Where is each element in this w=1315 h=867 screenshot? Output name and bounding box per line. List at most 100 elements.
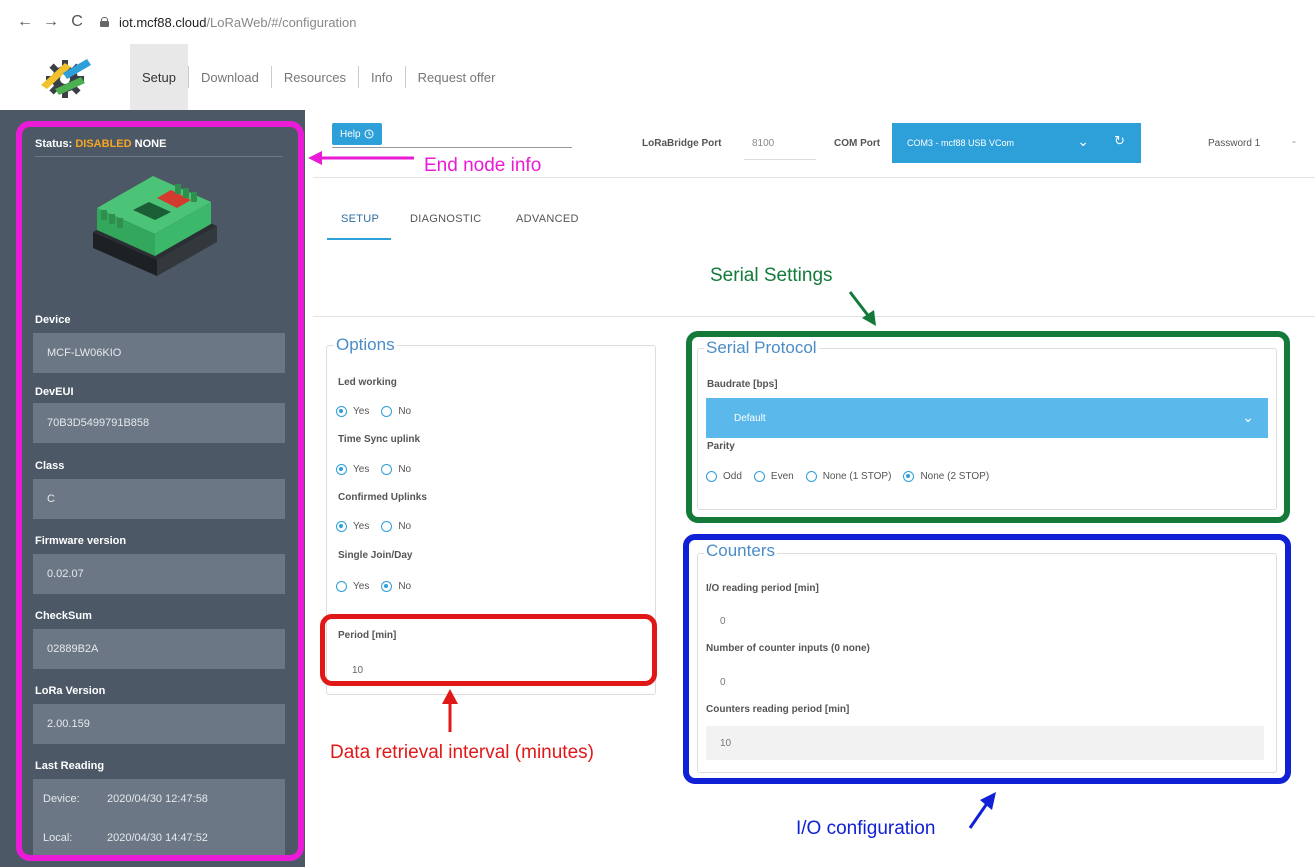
num-counter-inputs-label: Number of counter inputs (0 none) xyxy=(706,643,870,654)
status-badge: DISABLED xyxy=(75,138,132,150)
radio-label: None (2 STOP) xyxy=(920,471,990,482)
firmware-label: Firmware version xyxy=(35,535,127,547)
device-image xyxy=(93,176,217,276)
time-sync-radios: Yes No xyxy=(336,464,423,475)
app-header: Setup Download Resources Info Request of… xyxy=(0,44,1315,110)
menu-item-request-offer[interactable]: Request offer xyxy=(406,44,508,110)
data-retrieval-annotation: Data retrieval interval (minutes) xyxy=(330,742,594,763)
last-reading-local-row: Local: 2020/04/30 14:47:52 xyxy=(33,818,285,857)
menu-item-download[interactable]: Download xyxy=(189,44,271,110)
forward-icon[interactable]: → xyxy=(40,13,62,31)
checksum-value: 02889B2A xyxy=(33,629,285,669)
main-menu: Setup Download Resources Info Request of… xyxy=(130,44,507,110)
radio-label: Yes xyxy=(353,406,370,417)
period-input[interactable]: 10 xyxy=(336,656,648,686)
radio-label: Yes xyxy=(353,581,370,592)
lorabridge-port-input[interactable]: 8100 xyxy=(744,128,816,160)
led-working-radios: Yes No xyxy=(336,406,423,417)
help-label: Help xyxy=(340,128,361,140)
menu-item-setup[interactable]: Setup xyxy=(130,44,188,110)
num-counter-inputs-input[interactable]: 0 xyxy=(706,665,1264,699)
confirmed-uplinks-radios: Yes No xyxy=(336,521,423,532)
parity-none-1stop-radio[interactable] xyxy=(805,471,817,482)
green-arrow-icon xyxy=(848,291,876,326)
status-extra: NONE xyxy=(134,138,167,150)
radio-label: No xyxy=(398,521,412,532)
blue-arrow-icon xyxy=(968,792,996,829)
single-join-radios: Yes No xyxy=(336,581,423,592)
device-label: Device xyxy=(35,314,71,326)
lock-icon xyxy=(100,17,109,27)
menu-item-resources[interactable]: Resources xyxy=(272,44,358,110)
gear-logo-icon xyxy=(41,59,91,98)
parity-label: Parity xyxy=(707,441,735,452)
status-label: Status: xyxy=(35,138,73,150)
back-icon[interactable]: ← xyxy=(14,13,36,31)
menu-item-info[interactable]: Info xyxy=(359,44,405,110)
radio-label: No xyxy=(398,406,412,417)
io-reading-period-label: I/O reading period [min] xyxy=(706,583,819,594)
magenta-arrow-icon xyxy=(308,151,414,165)
io-reading-period-input[interactable]: 0 xyxy=(706,604,1264,638)
baudrate-value: Default xyxy=(734,412,766,424)
checksum-label: CheckSum xyxy=(35,610,92,622)
lorabridge-port-label: LoRaBridge Port xyxy=(642,138,722,149)
tab-diagnostic[interactable]: DIAGNOSTIC xyxy=(410,213,481,225)
com-port-label: COM Port xyxy=(834,138,881,149)
app-logo[interactable] xyxy=(0,44,130,110)
parity-none-2stop-radio[interactable] xyxy=(903,471,915,482)
last-reading-device-row: Device: 2020/04/30 12:47:58 xyxy=(33,779,285,818)
parity-odd-radio[interactable] xyxy=(706,471,717,482)
radio-label: Even xyxy=(770,471,794,482)
last-reading-local-label: Local: xyxy=(43,831,73,844)
confirmed-uplinks-label: Confirmed Uplinks xyxy=(338,492,427,503)
single-join-no-radio[interactable] xyxy=(381,581,393,592)
radio-label: No xyxy=(398,581,412,592)
led-working-yes-radio[interactable] xyxy=(336,406,347,417)
radio-label: No xyxy=(398,464,412,475)
serial-settings-annotation: Serial Settings xyxy=(710,265,833,286)
time-sync-no-radio[interactable] xyxy=(381,464,393,475)
counters-legend: Counters xyxy=(704,541,777,561)
end-node-annotation: End node info xyxy=(424,155,542,176)
tab-setup[interactable]: SETUP xyxy=(341,213,379,225)
parity-radios: Odd Even None (1 STOP) None (2 STOP) xyxy=(706,471,1001,482)
single-join-yes-radio[interactable] xyxy=(336,581,347,592)
device-status: Status: DISABLED NONE xyxy=(35,138,283,157)
confirmed-uplinks-yes-radio[interactable] xyxy=(336,521,347,532)
confirmed-uplinks-no-radio[interactable] xyxy=(381,521,393,532)
time-sync-yes-radio[interactable] xyxy=(336,464,347,475)
period-label: Period [min] xyxy=(338,630,397,641)
refresh-icon[interactable]: ↻ xyxy=(1114,133,1125,149)
password-value[interactable]: - xyxy=(1292,134,1296,148)
lora-version-value: 2.00.159 xyxy=(33,704,285,744)
baudrate-select[interactable]: Default ⌄ xyxy=(706,398,1268,438)
single-join-label: Single Join/Day xyxy=(338,550,413,561)
radio-label: Yes xyxy=(353,464,370,475)
url-host: iot.mcf88.cloud xyxy=(119,14,207,30)
options-legend: Options xyxy=(334,335,397,355)
led-working-label: Led working xyxy=(338,377,397,388)
active-tab-indicator xyxy=(327,238,391,240)
tab-advanced[interactable]: ADVANCED xyxy=(516,213,579,225)
reload-icon[interactable]: C xyxy=(66,13,88,31)
last-reading-local-value: 2020/04/30 14:47:52 xyxy=(107,831,208,844)
counters-reading-period-input: 10 xyxy=(706,726,1264,760)
password-label: Password 1 xyxy=(1208,138,1261,149)
radio-label: Odd xyxy=(723,471,742,482)
device-value: MCF-LW06KIO xyxy=(33,333,285,373)
class-label: Class xyxy=(35,460,65,472)
led-working-no-radio[interactable] xyxy=(381,406,393,417)
com-port-value: COM3 - mcf88 USB VCom xyxy=(907,138,1015,148)
help-icon xyxy=(364,129,374,139)
help-button[interactable]: Help xyxy=(332,123,382,145)
firmware-value: 0.02.07 xyxy=(33,554,285,594)
help-divider xyxy=(332,147,572,148)
last-reading-label: Last Reading xyxy=(35,760,105,772)
time-sync-label: Time Sync uplink xyxy=(338,434,421,445)
browser-bar: ← → C iot.mcf88.cloud/LoRaWeb/#/configur… xyxy=(0,0,1315,44)
parity-even-radio[interactable] xyxy=(753,471,765,482)
tabs-divider xyxy=(313,316,1315,317)
com-port-select[interactable]: COM3 - mcf88 USB VCom ⌄ ↻ xyxy=(892,123,1141,163)
address-bar[interactable]: iot.mcf88.cloud/LoRaWeb/#/configuration xyxy=(100,15,357,30)
